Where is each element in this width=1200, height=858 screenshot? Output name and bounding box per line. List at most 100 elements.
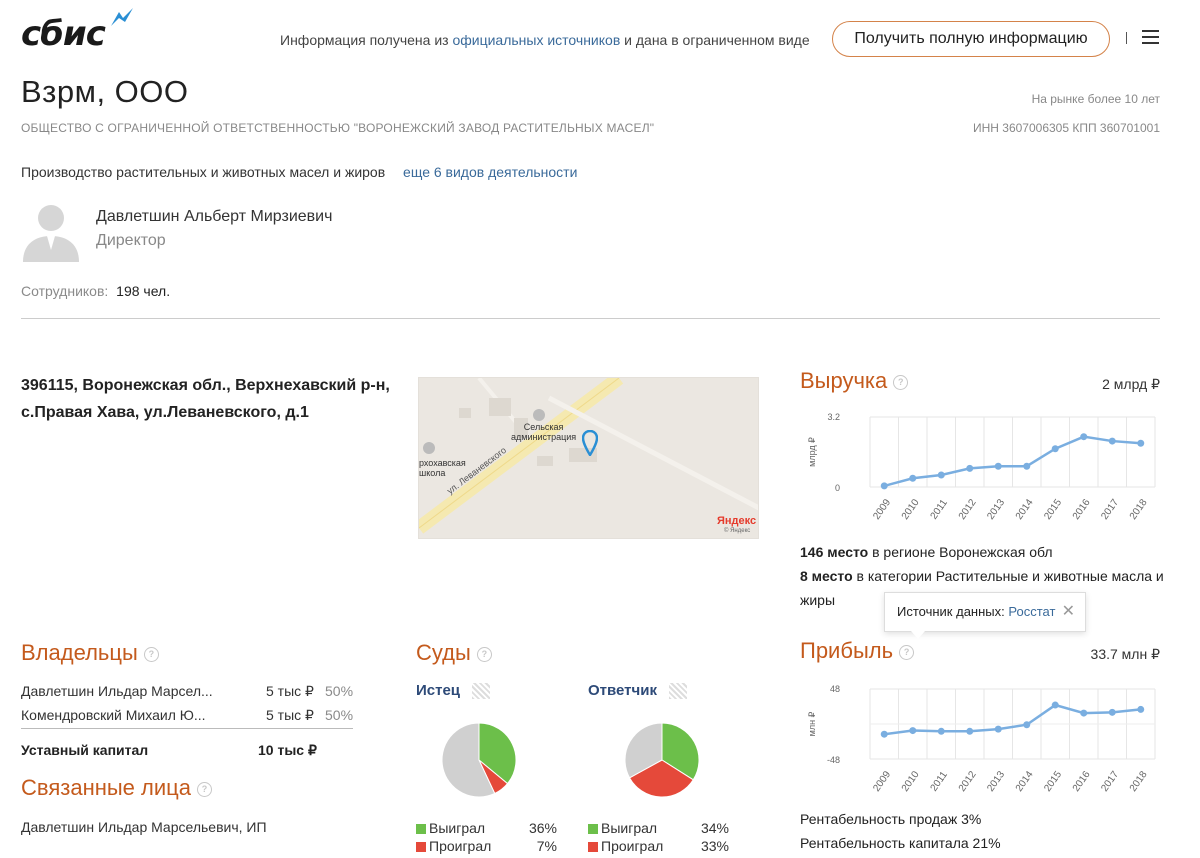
won-label: Выиграл — [429, 820, 486, 836]
rank-region-text: в регионе Воронежская обл — [872, 544, 1053, 560]
owner-share: 50% — [325, 707, 354, 723]
y-axis-label: млн ₽ — [807, 711, 817, 736]
revenue-title-text: Выручка — [800, 368, 888, 393]
data-point[interactable] — [880, 730, 888, 738]
x-tick-label: 2010 — [900, 769, 922, 794]
plaintiff-pie-chart — [441, 722, 517, 798]
profit-chart: -48 48 млн ₽ 2009 2010 2011 2012 2013 2014 2015 20… — [807, 684, 1156, 794]
director-name[interactable]: Давлетшин Альберт Мирзиевич — [96, 208, 332, 226]
owner-row[interactable]: Комендровский Михаил Ю... 5 тыс ₽ 50% — [21, 707, 353, 723]
won-swatch — [416, 824, 426, 835]
defendant-won-pct: 34% — [700, 820, 729, 836]
help-icon[interactable]: ? — [893, 374, 909, 390]
divider — [21, 318, 1160, 319]
employees-label: Сотрудников: — [21, 283, 109, 299]
rank-region-num: 146 место — [800, 544, 869, 560]
owner-amount: 5 тыс ₽ — [266, 707, 314, 723]
data-point[interactable] — [909, 727, 917, 735]
data-point[interactable] — [937, 471, 945, 479]
owners-divider — [21, 728, 353, 729]
data-point[interactable] — [994, 725, 1002, 733]
data-point[interactable] — [1023, 721, 1031, 729]
main-activity: Производство растительных и животных мас… — [21, 164, 386, 180]
defendant-legend-won: Выиграл 34% — [588, 820, 733, 836]
data-point[interactable] — [1137, 439, 1145, 447]
defendant-pie-chart — [624, 722, 700, 798]
yandex-map[interactable]: Сельская администрация рхохавская школа … — [418, 377, 759, 539]
data-point[interactable] — [1080, 433, 1088, 441]
owners-title: Владельцы? — [21, 640, 159, 666]
header-divider — [1126, 32, 1127, 44]
data-point[interactable] — [1023, 462, 1031, 470]
official-sources-link[interactable]: официальных источников — [452, 32, 620, 48]
more-activities-link[interactable]: еще 6 видов деятельности — [403, 164, 577, 180]
profit-title-text: Прибыль — [800, 638, 894, 663]
data-point[interactable] — [994, 462, 1002, 470]
x-tick-label: 2012 — [957, 769, 979, 794]
profit-title: Прибыль? — [800, 638, 915, 664]
help-icon[interactable]: ? — [196, 781, 212, 797]
map-label-school: рхохавская школа — [419, 458, 466, 478]
owners-title-text: Владельцы — [21, 640, 138, 665]
market-years: На рынке более 10 лет — [1031, 92, 1160, 106]
revenue-chart: 0 3.2 млрд ₽ 2009 2010 2011 2012 2013 2014 2015 20… — [807, 412, 1156, 522]
defendant-label: Ответчик — [588, 682, 687, 700]
data-point[interactable] — [966, 727, 974, 735]
employees: Сотрудников: 198 чел. — [21, 283, 170, 299]
x-tick-label: 2016 — [1071, 497, 1093, 522]
courts-title: Суды? — [416, 640, 492, 666]
info-prefix: Информация получена из — [280, 32, 449, 48]
map-pin-icon[interactable] — [582, 430, 598, 456]
lost-label: Проиграл — [601, 838, 664, 854]
data-point[interactable] — [1080, 709, 1088, 717]
hatch-pattern — [472, 683, 491, 700]
data-point[interactable] — [966, 464, 974, 472]
data-point[interactable] — [1051, 445, 1059, 453]
rosstat-link[interactable]: Росстат — [1008, 604, 1055, 619]
x-tick-label: 2009 — [871, 497, 893, 522]
data-point[interactable] — [909, 474, 917, 482]
logo-text: сбис — [21, 14, 106, 54]
x-tick-label: 2018 — [1128, 769, 1150, 794]
lost-label: Проиграл — [429, 838, 492, 854]
x-tick-label: 2011 — [929, 497, 951, 521]
get-full-info-button[interactable]: Получить полную информацию — [832, 21, 1110, 57]
data-point[interactable] — [1108, 437, 1116, 445]
data-point[interactable] — [1051, 701, 1059, 709]
data-point[interactable] — [880, 482, 888, 490]
director-role: Директор — [96, 232, 166, 249]
lost-swatch — [416, 842, 426, 853]
data-point[interactable] — [1108, 708, 1116, 716]
data-point[interactable] — [937, 727, 945, 735]
help-icon[interactable]: ? — [899, 644, 915, 660]
owner-row[interactable]: Давлетшин Ильдар Марсел... 5 тыс ₽ 50% — [21, 683, 353, 699]
header-info: Информация получена из официальных источ… — [280, 32, 810, 48]
y-tick-label: 0 — [835, 483, 840, 493]
company-full-name: ОБЩЕСТВО С ОГРАНИЧЕННОЙ ОТВЕТСТВЕННОСТЬЮ… — [21, 121, 655, 135]
x-tick-label: 2011 — [929, 769, 951, 793]
revenue-amount: 2 млрд ₽ — [1102, 376, 1160, 392]
inn-kpp: ИНН 3607006305 КПП 360701001 — [972, 121, 1160, 135]
help-icon[interactable]: ? — [143, 646, 159, 662]
data-point[interactable] — [1137, 705, 1145, 713]
close-icon[interactable]: ✕ — [1062, 593, 1075, 631]
defendant-legend-lost: Проиграл 33% — [588, 838, 733, 854]
sbis-logo[interactable]: сбис — [21, 8, 133, 54]
won-label: Выиграл — [601, 820, 658, 836]
x-tick-label: 2013 — [985, 769, 1007, 794]
related-item[interactable]: Давлетшин Ильдар Марсельевич, ИП — [21, 819, 267, 835]
y-tick-label: 48 — [830, 684, 840, 694]
hatch-pattern — [668, 683, 687, 700]
plaintiff-label-text: Истец — [416, 682, 461, 699]
capital-value: 10 тыс ₽ — [258, 742, 317, 758]
help-icon[interactable]: ? — [476, 646, 492, 662]
x-tick-label: 2015 — [1042, 497, 1064, 522]
x-tick-label: 2012 — [957, 497, 979, 522]
plaintiff-legend-won: Выиграл 36% — [416, 820, 561, 836]
revenue-title: Выручка? — [800, 368, 909, 394]
plaintiff-legend-lost: Проиграл 7% — [416, 838, 561, 854]
plaintiff-label: Истец — [416, 682, 491, 700]
y-tick-label: 3.2 — [827, 412, 840, 422]
menu-icon[interactable] — [1142, 30, 1159, 44]
x-tick-label: 2017 — [1099, 497, 1121, 522]
